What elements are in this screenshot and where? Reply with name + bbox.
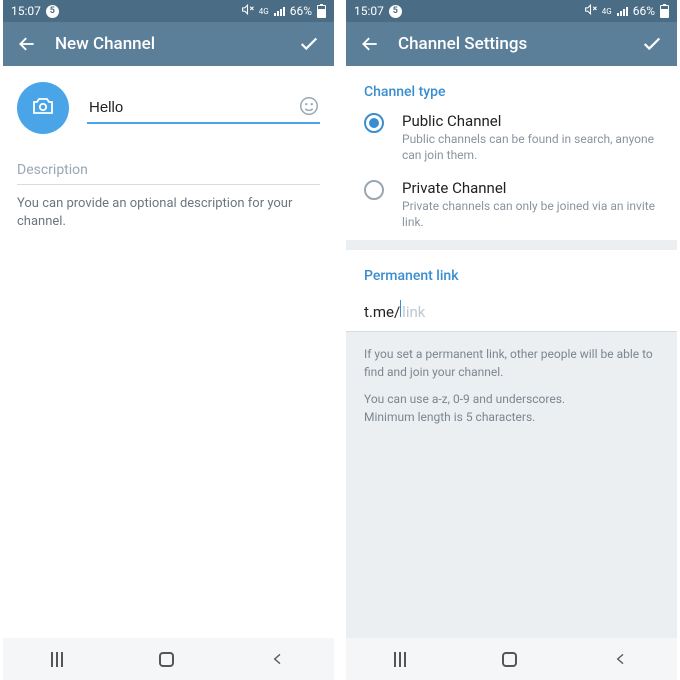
info-line: If you set a permanent link, other peopl… [364, 346, 659, 381]
radio-desc: Public channels can be found in search, … [402, 132, 659, 163]
mute-vibrate-icon [584, 3, 597, 19]
page-title: Channel Settings [398, 34, 623, 54]
network-label: 4G [602, 7, 612, 16]
nav-recents-button[interactable] [394, 652, 406, 667]
radio-label: Public Channel [402, 112, 659, 130]
status-bar: 15:07 5 4G 66% [3, 0, 334, 22]
status-notif-badge: 5 [389, 5, 402, 18]
signal-icon [617, 6, 628, 16]
link-prefix: t.me/ [364, 303, 400, 321]
phone-channel-settings: 15:07 5 4G 66% Channel Settings Channel … [346, 0, 677, 680]
radio-icon [364, 113, 384, 133]
emoji-button[interactable] [298, 95, 320, 117]
channel-photo-button[interactable] [17, 82, 69, 134]
description-hint: You can provide an optional description … [17, 195, 320, 231]
confirm-button[interactable] [298, 33, 320, 55]
back-button[interactable] [17, 34, 37, 54]
permanent-link-input[interactable]: t.me/ link [346, 290, 677, 332]
network-label: 4G [259, 7, 269, 16]
radio-private-channel[interactable]: Private Channel Private channels can onl… [346, 173, 677, 240]
battery-percent: 66% [290, 4, 312, 18]
system-nav-bar [3, 638, 334, 680]
signal-icon [274, 6, 285, 16]
status-notif-badge: 5 [46, 5, 59, 18]
radio-icon [364, 180, 384, 200]
app-bar: New Channel [3, 22, 334, 66]
nav-back-button[interactable] [613, 651, 629, 667]
status-time: 15:07 [354, 4, 384, 18]
description-input[interactable]: Description [17, 162, 320, 185]
page-title: New Channel [55, 34, 280, 54]
camera-icon [31, 94, 55, 122]
nav-back-button[interactable] [270, 651, 286, 667]
phone-new-channel: 15:07 5 4G 66% New Channel [3, 0, 334, 680]
text-cursor-icon [400, 300, 401, 317]
system-nav-bar [346, 638, 677, 680]
nav-recents-button[interactable] [51, 652, 63, 667]
link-placeholder: link [402, 303, 425, 321]
nav-home-button[interactable] [159, 652, 174, 667]
radio-label: Private Channel [402, 179, 659, 197]
back-button[interactable] [360, 34, 380, 54]
nav-home-button[interactable] [502, 652, 517, 667]
link-info: If you set a permanent link, other peopl… [346, 332, 677, 638]
app-bar: Channel Settings [346, 22, 677, 66]
radio-public-channel[interactable]: Public Channel Public channels can be fo… [346, 106, 677, 173]
mute-vibrate-icon [241, 3, 254, 19]
status-bar: 15:07 5 4G 66% [346, 0, 677, 22]
radio-desc: Private channels can only be joined via … [402, 199, 659, 230]
status-time: 15:07 [11, 4, 41, 18]
section-permanent-link: Permanent link [346, 250, 677, 290]
channel-name-input[interactable] [87, 93, 320, 124]
confirm-button[interactable] [641, 33, 663, 55]
battery-percent: 66% [633, 4, 655, 18]
battery-icon [660, 5, 669, 18]
section-channel-type: Channel type [346, 66, 677, 106]
info-line: You can use a-z, 0-9 and underscores. Mi… [364, 391, 659, 426]
section-divider [346, 240, 677, 250]
battery-icon [317, 5, 326, 18]
